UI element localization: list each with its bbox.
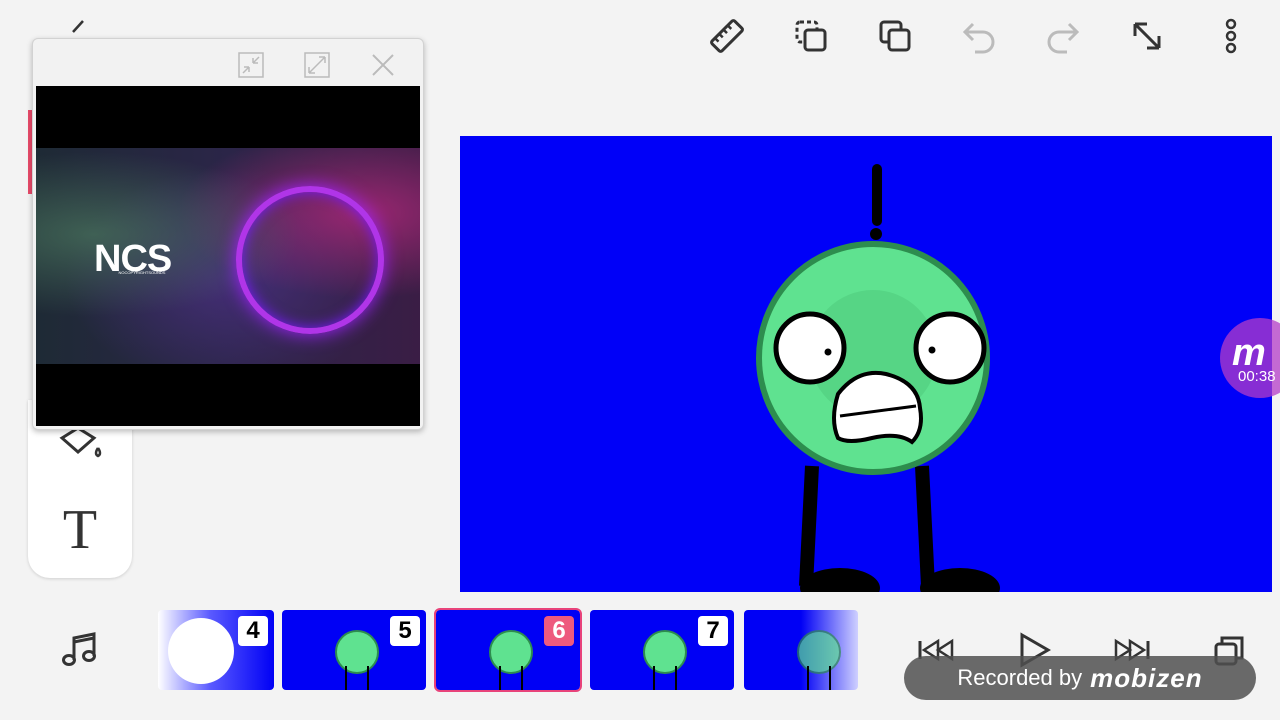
frame-thumbnail-5[interactable]: 5	[282, 610, 426, 690]
video-player[interactable]: NCS NOCOPYRIGHTSOUNDS	[36, 86, 420, 426]
video-frame: NCS NOCOPYRIGHTSOUNDS	[36, 148, 420, 364]
frame-number: 4	[238, 616, 268, 646]
frame-character-legs	[345, 666, 369, 690]
recorder-watermark: Recorded by mobizen	[904, 656, 1256, 700]
watermark-prefix: Recorded by	[957, 665, 1083, 690]
redo-icon[interactable]	[1039, 12, 1087, 60]
video-popup: NCS NOCOPYRIGHTSOUNDS	[32, 38, 424, 430]
frame-number: 6	[544, 616, 574, 646]
frame-character-legs	[807, 666, 831, 690]
recording-timer: 00:38	[1238, 368, 1276, 385]
frame-character-legs	[653, 666, 677, 690]
visualizer-ring	[236, 186, 384, 334]
frame-thumbnail-4[interactable]: 4	[158, 610, 274, 690]
frame-timeline: 4 5 6 7	[158, 608, 858, 692]
video-logo-subtitle: NOCOPYRIGHTSOUNDS	[118, 270, 166, 275]
maximize-icon[interactable]	[293, 41, 341, 89]
character-drawing	[756, 164, 1000, 592]
copy-layer-icon[interactable]	[787, 12, 835, 60]
frame-number: 5	[390, 616, 420, 646]
undo-icon[interactable]	[955, 12, 1003, 60]
duplicate-icon[interactable]	[871, 12, 919, 60]
minimize-icon[interactable]	[227, 41, 275, 89]
text-tool-icon: T	[62, 499, 98, 561]
watermark-brand: mobizen	[1090, 662, 1203, 693]
frame-onion-circle	[168, 618, 234, 684]
frame-character-legs	[499, 666, 523, 690]
expand-icon[interactable]	[1123, 12, 1171, 60]
close-icon[interactable]	[359, 41, 407, 89]
ruler-icon[interactable]	[703, 12, 751, 60]
more-icon[interactable]	[1207, 12, 1255, 60]
frame-thumbnail-8[interactable]	[744, 610, 858, 690]
frame-thumbnail-7[interactable]: 7	[590, 610, 734, 690]
music-icon[interactable]	[56, 626, 104, 674]
text-tool-button[interactable]: T	[56, 499, 104, 561]
frame-thumbnail-6[interactable]: 6	[434, 608, 582, 692]
drawing-canvas[interactable]	[460, 136, 1272, 592]
frame-number: 7	[698, 616, 728, 646]
